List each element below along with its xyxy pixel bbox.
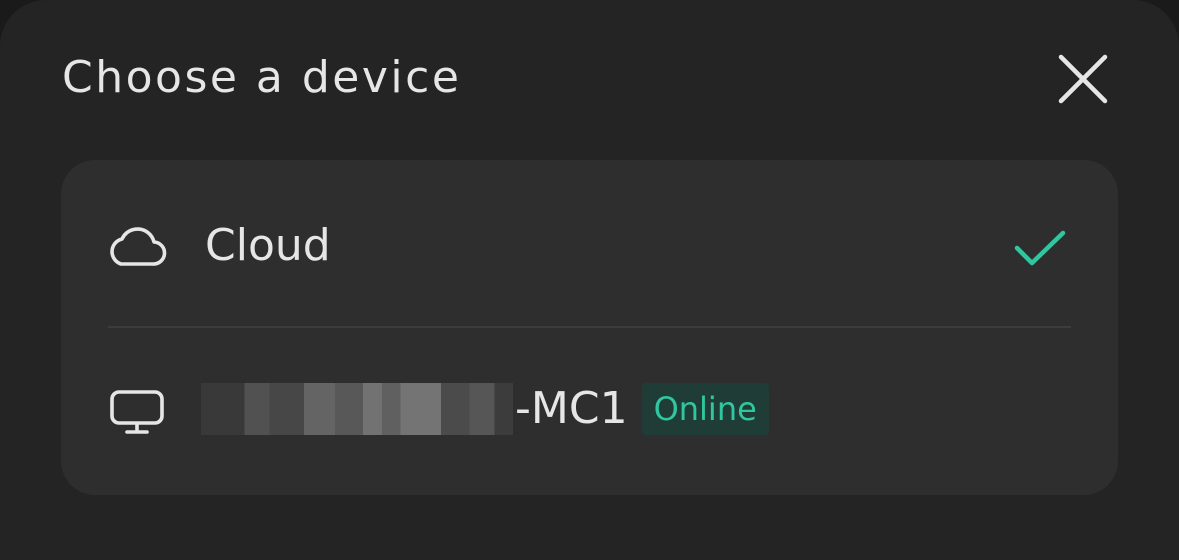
close-icon <box>1058 54 1108 104</box>
device-list: Cloud -MC1 Online <box>61 160 1118 495</box>
status-badge: Online <box>641 383 769 435</box>
device-option-mc1[interactable]: -MC1 Online <box>61 332 1118 492</box>
device-picker-sheet: Choose a device Cloud -MC1 Online <box>0 0 1179 560</box>
device-name: -MC1 Online <box>201 376 769 442</box>
monitor-icon <box>107 388 167 436</box>
close-button[interactable] <box>1050 46 1116 112</box>
checkmark-icon <box>1013 226 1067 270</box>
dialog-title: Choose a device <box>62 52 462 103</box>
cloud-icon <box>107 222 167 270</box>
device-name: Cloud <box>205 220 331 271</box>
device-name-suffix: -MC1 <box>515 383 628 434</box>
divider <box>108 326 1071 328</box>
device-option-cloud[interactable]: Cloud <box>61 166 1118 326</box>
redacted-device-name <box>201 383 513 435</box>
